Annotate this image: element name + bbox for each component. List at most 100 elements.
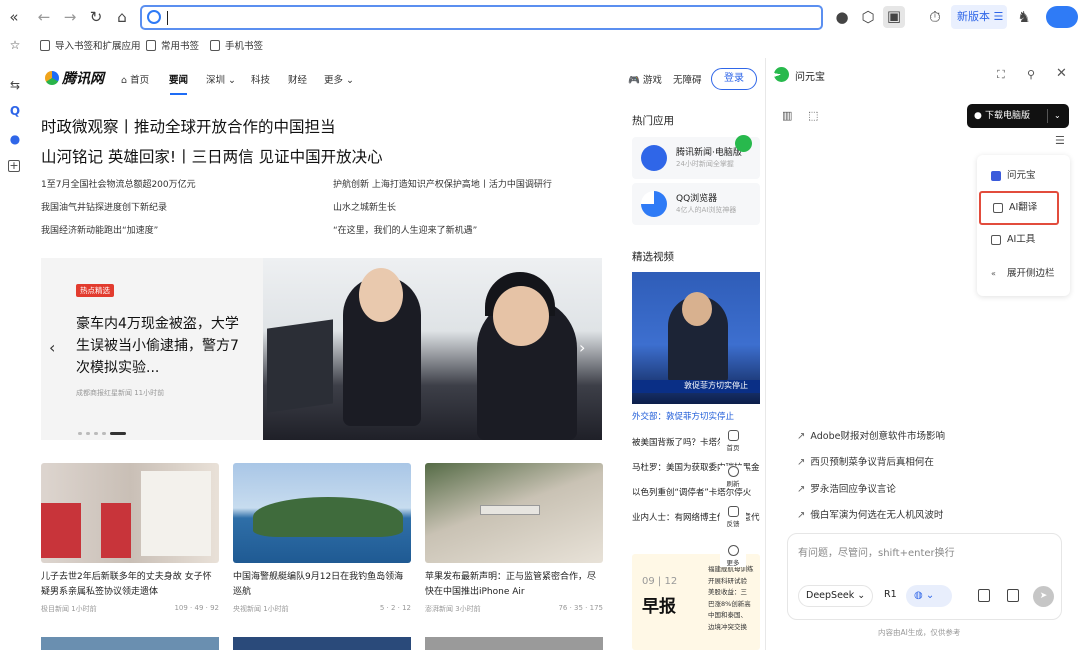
extension-icon[interactable]: ⬡	[858, 7, 878, 27]
nav-finance[interactable]: 财经	[288, 72, 307, 86]
video-thumbnail[interactable]: 敦促菲方切实停止	[632, 272, 760, 404]
new-version-button[interactable]: 新版本 ☰	[951, 5, 1007, 29]
float-label: 刷新	[726, 480, 740, 488]
bookmark-label: 手机书签	[225, 41, 264, 52]
menu-item-ask[interactable]: 问元宝	[977, 161, 1070, 191]
sub-link[interactable]: 护航创新 上海打造知识产权保护高地丨活力中国调研行	[333, 177, 552, 190]
cloud-drive-icon[interactable]: ●	[8, 132, 22, 146]
hero-title[interactable]: 豪车内4万现金被盗，大学生误被当小偷逮捕，警方7次模拟实验...	[76, 313, 246, 379]
nav-home[interactable]: ⌂ 首页	[121, 72, 149, 86]
pin-icon[interactable]: ⚲	[1027, 68, 1035, 81]
star-icon[interactable]: ☆	[8, 38, 22, 52]
refresh-icon[interactable]: ↻	[86, 7, 106, 27]
nav-shenzhen[interactable]: 深圳 ⌄	[206, 72, 236, 86]
app-qq-browser[interactable]: QQ浏览器 4亿人的AI浏览神器	[632, 183, 760, 225]
morning-paper-card[interactable]: 09 | 12 早报 福建舰航母训练 开展科研试验 美股收益：三 巴涨8%创新高…	[632, 554, 760, 650]
hot-apps-title: 热门应用	[632, 115, 674, 127]
yuanbao-icon[interactable]: ●	[832, 7, 852, 27]
menu-item-tools[interactable]: AI工具	[977, 225, 1070, 255]
dot-active[interactable]	[110, 432, 126, 435]
send-button[interactable]: ➤	[1033, 586, 1054, 607]
tencent-logo[interactable]: 腾讯网	[45, 68, 104, 88]
suggestion-label: 西贝预制菜争议背后真相何在	[810, 457, 934, 468]
chat-placeholder[interactable]: 有问题，尽管问，shift+enter换行	[798, 544, 955, 559]
float-refresh[interactable]: 刷新	[720, 466, 746, 488]
r1-toggle[interactable]: R1	[884, 589, 897, 600]
menu-item-expand[interactable]: « 展开侧边栏	[977, 259, 1070, 289]
screenshot-icon[interactable]: ⬚	[808, 109, 818, 122]
bookmark-common[interactable]: 常用书签	[146, 38, 199, 52]
hero-carousel[interactable]: 热点精选 豪车内4万现金被盗，大学生误被当小偷逮捕，警方7次模拟实验... 成都…	[41, 258, 602, 440]
sub-link[interactable]: “在这里，我们的人生迎来了新机遇”	[333, 223, 477, 236]
login-button[interactable]: 登录	[711, 68, 757, 90]
model-label: DeepSeek	[806, 590, 855, 601]
nav-tech[interactable]: 科技	[251, 72, 270, 86]
app-name: QQ浏览器	[676, 194, 718, 204]
swap-icon[interactable]: ⇆	[8, 78, 22, 92]
nav-accessibility[interactable]: 无障碍	[673, 72, 702, 86]
model-selector[interactable]: DeepSeek ⌄	[798, 585, 873, 607]
suggestion-item[interactable]: ↗ 罗永浩回应争议言论	[797, 481, 896, 495]
video-caption[interactable]: 外交部：敦促菲方切实停止	[632, 410, 760, 422]
card-title: 儿子去世2年后新联多年的丈夫身故 女子怀疑男系亲属私签协议领走遗体	[41, 572, 212, 597]
headline-2[interactable]: 山河铭记 英雄回家!丨三日两信 见证中国开放决心	[41, 145, 383, 167]
menu-label: AI翻译	[1009, 202, 1038, 213]
web-search-toggle[interactable]: ◍ ⌄	[906, 585, 952, 607]
address-bar[interactable]	[140, 5, 823, 30]
chevron-down-icon[interactable]: ⌄	[1054, 104, 1061, 128]
sub-link[interactable]: 1至7月全国社会物流总额超200万亿元	[41, 177, 196, 190]
menu-item-translate[interactable]: AI翻译	[979, 191, 1059, 225]
home-icon[interactable]: ⌂	[112, 7, 132, 27]
bookmark-folder-icon	[40, 40, 50, 51]
hero-meta: 成都商报红星新闻 11小时前	[76, 389, 165, 397]
chat-input-box[interactable]: 有问题，尽管问，shift+enter换行 DeepSeek ⌄ R1 ◍ ⌄ …	[787, 533, 1062, 620]
float-label: 反馈	[726, 520, 740, 528]
panel-layout-icon[interactable]: ▥	[782, 109, 792, 122]
sub-link[interactable]: 我国油气井钻探进度创下新纪录	[41, 200, 167, 213]
menu-icon[interactable]: ☰	[1055, 134, 1065, 147]
panel-title: 问元宝	[795, 72, 825, 83]
cloud-icon[interactable]	[1046, 6, 1078, 28]
sub-link[interactable]: 山水之城新生长	[333, 200, 396, 213]
panel-menu: 问元宝 AI翻译 AI工具 « 展开侧边栏	[977, 155, 1070, 296]
nav-games[interactable]: 🎮 游戏	[628, 72, 662, 86]
add-icon[interactable]: +	[8, 160, 20, 172]
carousel-next-icon[interactable]: ›	[579, 338, 585, 357]
carousel-prev-icon[interactable]: ‹	[49, 338, 55, 357]
user-avatar[interactable]: ♞	[1014, 7, 1034, 27]
news-card[interactable]: 苹果发布最新声明：正与监管紧密合作，尽快在中国推出iPhone Air 澎湃新闻…	[425, 463, 603, 614]
sidebar-toggle-icon[interactable]: ▣	[883, 6, 905, 28]
headline-1[interactable]: 时政微观察丨推动全球开放合作的中国担当	[41, 115, 336, 137]
suggestion-item[interactable]: ↗ 俄白军演为何选在无人机风波时	[797, 507, 943, 521]
bookmark-mobile[interactable]: 手机书签	[210, 38, 263, 52]
collapse-sidebar-icon[interactable]: «	[4, 7, 24, 27]
history-icon[interactable]: ⏱	[924, 7, 946, 27]
nav-news[interactable]: 要闻	[169, 72, 188, 95]
dot[interactable]	[94, 432, 98, 435]
expand-icon[interactable]: ⛶	[997, 68, 1005, 82]
suggestion-item[interactable]: ↗ Adobe财报对创意软件市场影响	[797, 428, 945, 442]
download-desktop-button[interactable]: ● 下载电脑版 ⌄	[967, 104, 1069, 128]
card-image-partial	[425, 637, 603, 650]
float-more[interactable]: 更多	[720, 545, 746, 567]
dot[interactable]	[78, 432, 82, 435]
news-card[interactable]: 中国海警舰艇编队9月12日在我钓鱼岛领海巡航 央视新闻 1小时前 5 · 2 · …	[233, 463, 411, 614]
back-icon[interactable]: ←	[34, 7, 54, 27]
float-feedback[interactable]: 反馈	[720, 506, 746, 528]
nav-more[interactable]: 更多 ⌄	[324, 72, 354, 86]
suggestion-item[interactable]: ↗ 西贝预制菜争议背后真相何在	[797, 454, 934, 468]
bookmark-import[interactable]: 导入书签和扩展应用	[40, 38, 141, 52]
close-icon[interactable]: ✕	[1056, 66, 1067, 81]
dot[interactable]	[86, 432, 90, 435]
suggestion-label: Adobe财报对创意软件市场影响	[810, 431, 945, 442]
yuanbao-float-icon[interactable]	[735, 135, 752, 152]
image-upload-icon[interactable]	[978, 589, 990, 602]
forward-icon[interactable]: →	[60, 7, 80, 27]
file-upload-icon[interactable]	[1007, 589, 1019, 602]
qq-icon[interactable]: Q	[8, 104, 22, 118]
dot[interactable]	[102, 432, 106, 435]
float-home[interactable]: 首页	[720, 430, 746, 452]
sub-link[interactable]: 我国经济新动能跑出“加速度”	[41, 223, 158, 236]
news-card[interactable]: 儿子去世2年后新联多年的丈夫身故 女子怀疑男系亲属私签协议领走遗体 极目新闻 1…	[41, 463, 219, 614]
menu-label: AI工具	[1007, 234, 1036, 245]
